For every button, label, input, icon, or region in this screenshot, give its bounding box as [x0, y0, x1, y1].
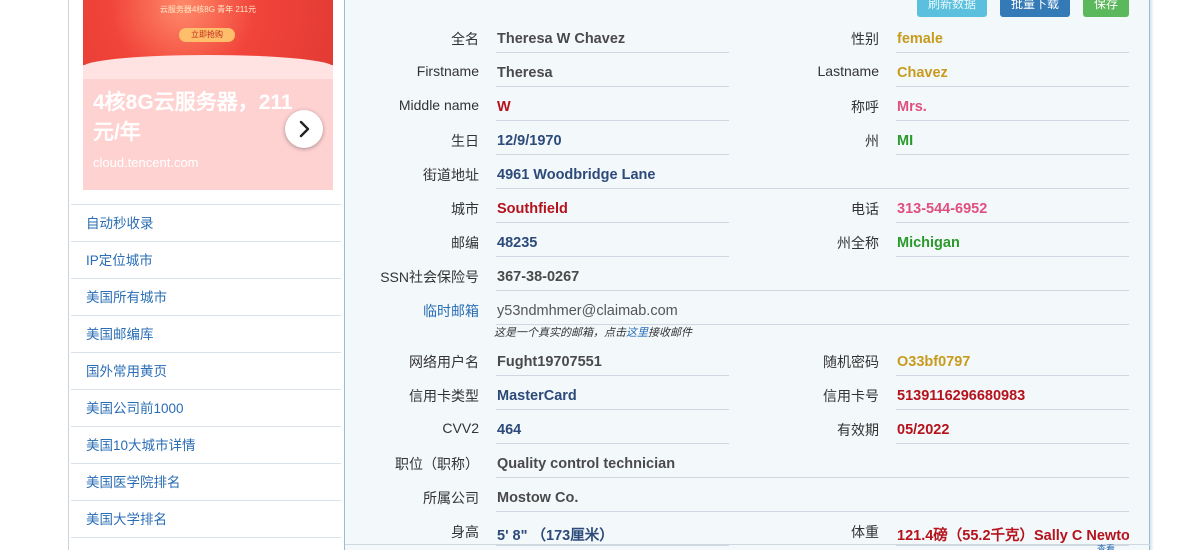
street-field[interactable]: 4961 Woodbridge Lane [496, 167, 1129, 189]
email-hint-tail: 接收邮件 [648, 327, 692, 339]
ad-cloud-decoration [83, 55, 333, 79]
expiry-label: 有效期 [837, 422, 879, 438]
zip-label: 邮编 [451, 235, 479, 251]
sidebar-nav: 自动秒收录 IP定位城市 美国所有城市 美国邮编库 国外常用黄页 美国公司前10… [71, 204, 341, 538]
sidebar-item-yellow-pages[interactable]: 国外常用黄页 [71, 353, 341, 390]
temp-email-field[interactable]: y53ndmhmer@claimab.com [496, 303, 1129, 325]
form-row-middle-title: Middle name W 称呼 Mrs. [345, 97, 1151, 131]
form-row-card: 信用卡类型 MasterCard 信用卡号 5139116296680983 [345, 386, 1151, 420]
username-label: 网络用户名 [409, 354, 479, 370]
page: 云服务器4核8G 青年 211元 立即抢购 4核8G云服务器，211元/年 cl… [0, 0, 1203, 550]
password-field[interactable]: O33bf0797 [896, 354, 1129, 376]
sidebar-item-medical-schools[interactable]: 美国医学院排名 [71, 464, 341, 501]
refresh-button[interactable]: 刷新数据 [917, 0, 987, 17]
divider [345, 544, 1151, 545]
ad-banner[interactable]: 云服务器4核8G 青年 211元 立即抢购 4核8G云服务器，211元/年 cl… [83, 0, 333, 190]
card-type-field[interactable]: MasterCard [496, 388, 729, 410]
city-field[interactable]: Southfield [496, 201, 729, 223]
form-row-temp-email: 临时邮箱 y53ndmhmer@claimab.com [345, 301, 1151, 335]
city-label: 城市 [451, 201, 479, 217]
lastname-label: Lastname [817, 63, 879, 79]
height-field[interactable]: 5' 8" （173厘米） [496, 524, 729, 546]
form-row-ssn: SSN社会保险号 367-38-0267 [345, 267, 1151, 301]
state-full-label: 州全称 [837, 235, 879, 251]
company-field[interactable]: Mostow Co. [496, 490, 1129, 512]
middle-name-field[interactable]: W [496, 99, 729, 121]
card-number-label: 信用卡号 [823, 388, 879, 404]
sidebar-item-top-companies[interactable]: 美国公司前1000 [71, 390, 341, 427]
cvv2-field[interactable]: 464 [496, 422, 729, 444]
card-type-label: 信用卡类型 [409, 388, 479, 404]
birthday-label: 生日 [451, 133, 479, 149]
panel-shadow [1150, 0, 1154, 550]
card-number-field[interactable]: 5139116296680983 [896, 388, 1129, 410]
weight-field[interactable]: 121.4磅（55.2千克）Sally C Newton [896, 524, 1129, 546]
state-label: 州 [865, 133, 879, 149]
email-hint: 这是一个真实的邮箱，点击这里接收邮件 [494, 324, 692, 340]
firstname-label: Firstname [416, 63, 479, 79]
title-field[interactable]: Mrs. [896, 99, 1129, 121]
form-row-street: 街道地址 4961 Woodbridge Lane [345, 165, 1151, 199]
expiry-field[interactable]: 05/2022 [896, 422, 1129, 444]
birthday-field[interactable]: 12/9/1970 [496, 133, 729, 155]
cvv2-label: CVV2 [442, 420, 479, 436]
form-row-occupation: 职位（职称） Quality control technician [345, 454, 1151, 488]
form-row-city-phone: 城市 Southfield 电话 313-544-6952 [345, 199, 1151, 233]
sidebar-item-us-cities[interactable]: 美国所有城市 [71, 279, 341, 316]
weight-label: 体重 [851, 524, 879, 540]
middle-name-label: Middle name [398, 97, 479, 113]
firstname-field[interactable]: Theresa [496, 65, 729, 87]
ad-next-button[interactable] [285, 110, 323, 148]
form-row-cvv-expiry: CVV2 464 有效期 05/2022 [345, 420, 1151, 454]
left-sidebar: 云服务器4核8G 青年 211元 立即抢购 4核8G云服务器，211元/年 cl… [68, 0, 344, 550]
username-field[interactable]: Fught19707551 [496, 354, 729, 376]
form-row-first-last: Firstname Theresa Lastname Chavez [345, 63, 1151, 97]
sidebar-item-ip-city[interactable]: IP定位城市 [71, 242, 341, 279]
batch-download-button[interactable]: 批量下载 [1000, 0, 1070, 17]
ad-buy-button[interactable]: 立即抢购 [179, 28, 235, 42]
height-label: 身高 [451, 524, 479, 540]
occupation-field[interactable]: Quality control technician [496, 456, 1129, 478]
form-row-company: 所属公司 Mostow Co. [345, 488, 1151, 522]
gender-field[interactable]: female [896, 31, 1129, 53]
zip-field[interactable]: 48235 [496, 235, 729, 257]
identity-form-panel: 刷新数据 批量下载 保存 全名 Theresa W Chavez 性别 fema… [344, 0, 1151, 550]
phone-field[interactable]: 313-544-6952 [896, 201, 1129, 223]
ssn-label: SSN社会保险号 [380, 269, 479, 285]
corner-link[interactable]: 查看 [1097, 542, 1115, 550]
phone-label: 电话 [851, 201, 879, 217]
gender-label: 性别 [851, 31, 879, 47]
state-full-field[interactable]: Michigan [896, 235, 1129, 257]
form-row-zip-statefull: 邮编 48235 州全称 Michigan [345, 233, 1151, 267]
email-hint-text: 这是一个真实的邮箱，点击 [494, 327, 626, 339]
save-button[interactable]: 保存 [1083, 0, 1129, 17]
temp-email-label[interactable]: 临时邮箱 [345, 301, 479, 321]
full-name-label: 全名 [451, 31, 479, 47]
email-inbox-link[interactable]: 这里 [626, 327, 648, 339]
form-row-name: 全名 Theresa W Chavez 性别 female [345, 29, 1151, 63]
sidebar-item-auto-index[interactable]: 自动秒收录 [71, 205, 341, 242]
occupation-label: 职位（职称） [395, 456, 479, 472]
sidebar-item-us-zip[interactable]: 美国邮编库 [71, 316, 341, 353]
ad-domain: cloud.tencent.com [93, 155, 199, 170]
state-field[interactable]: MI [896, 133, 1129, 155]
street-label: 街道地址 [423, 167, 479, 183]
password-label: 随机密码 [823, 354, 879, 370]
ad-banner-text: 云服务器4核8G 青年 211元 [159, 5, 257, 14]
form-row-username-password: 网络用户名 Fught19707551 随机密码 O33bf0797 [345, 352, 1151, 386]
sidebar-item-universities[interactable]: 美国大学排名 [71, 501, 341, 538]
form-row-birthday-state: 生日 12/9/1970 州 MI [345, 131, 1151, 165]
sidebar-item-top-cities[interactable]: 美国10大城市详情 [71, 427, 341, 464]
company-label: 所属公司 [423, 490, 479, 506]
form-row-height-weight: 身高 5' 8" （173厘米） 体重 121.4磅（55.2千克）Sally … [345, 522, 1151, 550]
full-name-field[interactable]: Theresa W Chavez [496, 31, 729, 53]
title-label: 称呼 [851, 99, 879, 115]
lastname-field[interactable]: Chavez [896, 65, 1129, 87]
chevron-right-icon [299, 120, 310, 138]
ad-headline: 4核8G云服务器，211元/年 [93, 91, 293, 144]
ssn-field[interactable]: 367-38-0267 [496, 269, 1129, 291]
